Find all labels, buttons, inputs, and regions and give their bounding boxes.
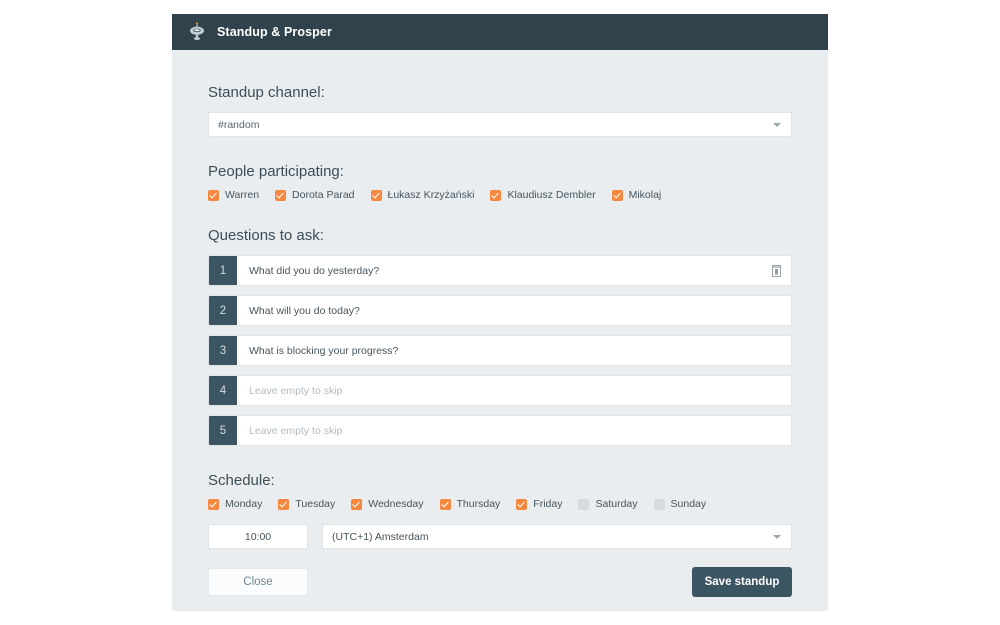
person-checkbox-label: Mikolaj [628, 189, 662, 201]
checkbox-checked-icon[interactable] [370, 189, 382, 201]
checkbox-unchecked-icon[interactable] [578, 498, 590, 510]
standup-settings-card: Standup & Prosper Standup channel: #rand… [172, 14, 828, 611]
save-standup-button[interactable]: Save standup [692, 567, 792, 597]
day-checkbox-4[interactable]: Friday [516, 498, 562, 510]
checkbox-checked-icon[interactable] [439, 498, 451, 510]
day-checkbox-label: Sunday [670, 498, 707, 510]
checkbox-checked-icon[interactable] [516, 498, 528, 510]
people-section: People participating: Warren Dorota Parad… [208, 163, 792, 201]
question-number-badge: 4 [209, 376, 237, 405]
person-checkbox-0[interactable]: Warren [208, 189, 259, 201]
question-number-badge: 1 [209, 256, 237, 285]
channel-label: Standup channel: [208, 84, 325, 101]
person-checkbox-3[interactable]: Klaudiusz Dembler [490, 189, 596, 201]
day-checkbox-label: Friday [533, 498, 563, 510]
question-number-badge: 2 [209, 296, 237, 325]
checkbox-checked-icon[interactable] [275, 189, 287, 201]
question-row: 4 Leave empty to skip [208, 375, 792, 406]
questions-label: Questions to ask: [208, 227, 324, 244]
day-checkbox-label: Thursday [456, 498, 501, 510]
app-title: Standup & Prosper [217, 25, 332, 39]
question-input[interactable]: What did you do yesterday? [237, 256, 761, 285]
day-checkbox-label: Monday [225, 498, 263, 510]
person-checkbox-label: Klaudiusz Dembler [507, 189, 596, 201]
day-checkbox-1[interactable]: Tuesday [278, 498, 335, 510]
day-checkbox-5[interactable]: Saturday [578, 498, 638, 510]
checkbox-checked-icon[interactable] [208, 498, 219, 510]
questions-section: Questions to ask: 1 What did you do yeste… [208, 227, 792, 446]
page-root: Standup & Prosper Standup channel: #rand… [0, 0, 1000, 625]
schedule-section: Schedule: Monday Tuesday Wednesday Thursday… [208, 472, 792, 597]
footer-buttons: Close Save standup [208, 567, 792, 597]
person-checkbox-2[interactable]: Łukasz Krzyżański [370, 189, 475, 201]
question-input[interactable]: Leave empty to skip [237, 416, 791, 445]
channel-select[interactable]: #random [208, 112, 792, 137]
schedule-days-row: Monday Tuesday Wednesday Thursday Friday Satu… [208, 498, 792, 510]
day-checkbox-label: Saturday [595, 498, 638, 510]
person-checkbox-4[interactable]: Mikolaj [611, 189, 662, 201]
question-input[interactable]: What will you do today? [237, 296, 791, 325]
checkbox-checked-icon[interactable] [278, 498, 290, 510]
question-row: 3 What is blocking your progress? [208, 335, 792, 366]
trash-icon [771, 264, 781, 277]
chevron-down-icon [773, 534, 781, 539]
timezone-select[interactable]: (UTC+1) Amsterdam [322, 524, 792, 549]
schedule-time-row: 10:00 (UTC+1) Amsterdam [208, 524, 792, 549]
day-checkbox-label: Tuesday [295, 498, 336, 510]
day-checkbox-label: Wednesday [368, 498, 424, 510]
close-button[interactable]: Close [208, 568, 308, 596]
question-input[interactable]: What is blocking your progress? [237, 336, 791, 365]
checkbox-checked-icon[interactable] [611, 189, 623, 201]
time-input[interactable]: 10:00 [208, 524, 308, 549]
people-label: People participating: [208, 163, 344, 180]
question-input[interactable]: Leave empty to skip [237, 376, 791, 405]
day-checkbox-0[interactable]: Monday [208, 498, 262, 510]
delete-question-button[interactable] [761, 256, 791, 285]
channel-selected-value: #random [218, 118, 260, 131]
app-header: Standup & Prosper [172, 14, 828, 50]
timezone-selected-value: (UTC+1) Amsterdam [332, 530, 429, 543]
chevron-down-icon [773, 122, 781, 127]
person-checkbox-label: Warren [225, 189, 260, 201]
day-checkbox-2[interactable]: Wednesday [351, 498, 424, 510]
question-number-badge: 5 [209, 416, 237, 445]
day-checkbox-3[interactable]: Thursday [439, 498, 501, 510]
checkbox-checked-icon[interactable] [490, 189, 502, 201]
question-number-badge: 3 [209, 336, 237, 365]
day-checkbox-6[interactable]: Sunday [653, 498, 707, 510]
schedule-label: Schedule: [208, 472, 275, 489]
question-row: 5 Leave empty to skip [208, 415, 792, 446]
card-body: Standup channel: #random People particip… [172, 50, 828, 597]
questions-list: 1 What did you do yesterday? 2 What will yo… [208, 255, 792, 446]
person-checkbox-label: Dorota Parad [292, 189, 355, 201]
question-row: 2 What will you do today? [208, 295, 792, 326]
ufo-icon [190, 22, 204, 40]
people-checkbox-row: Warren Dorota Parad Łukasz Krzyżański Klaud… [208, 189, 792, 201]
person-checkbox-label: Łukasz Krzyżański [387, 189, 475, 201]
channel-section: Standup channel: #random [208, 84, 792, 137]
person-checkbox-1[interactable]: Dorota Parad [275, 189, 355, 201]
checkbox-checked-icon[interactable] [208, 189, 219, 201]
question-row: 1 What did you do yesterday? [208, 255, 792, 286]
checkbox-checked-icon[interactable] [351, 498, 363, 510]
checkbox-unchecked-icon[interactable] [653, 498, 665, 510]
